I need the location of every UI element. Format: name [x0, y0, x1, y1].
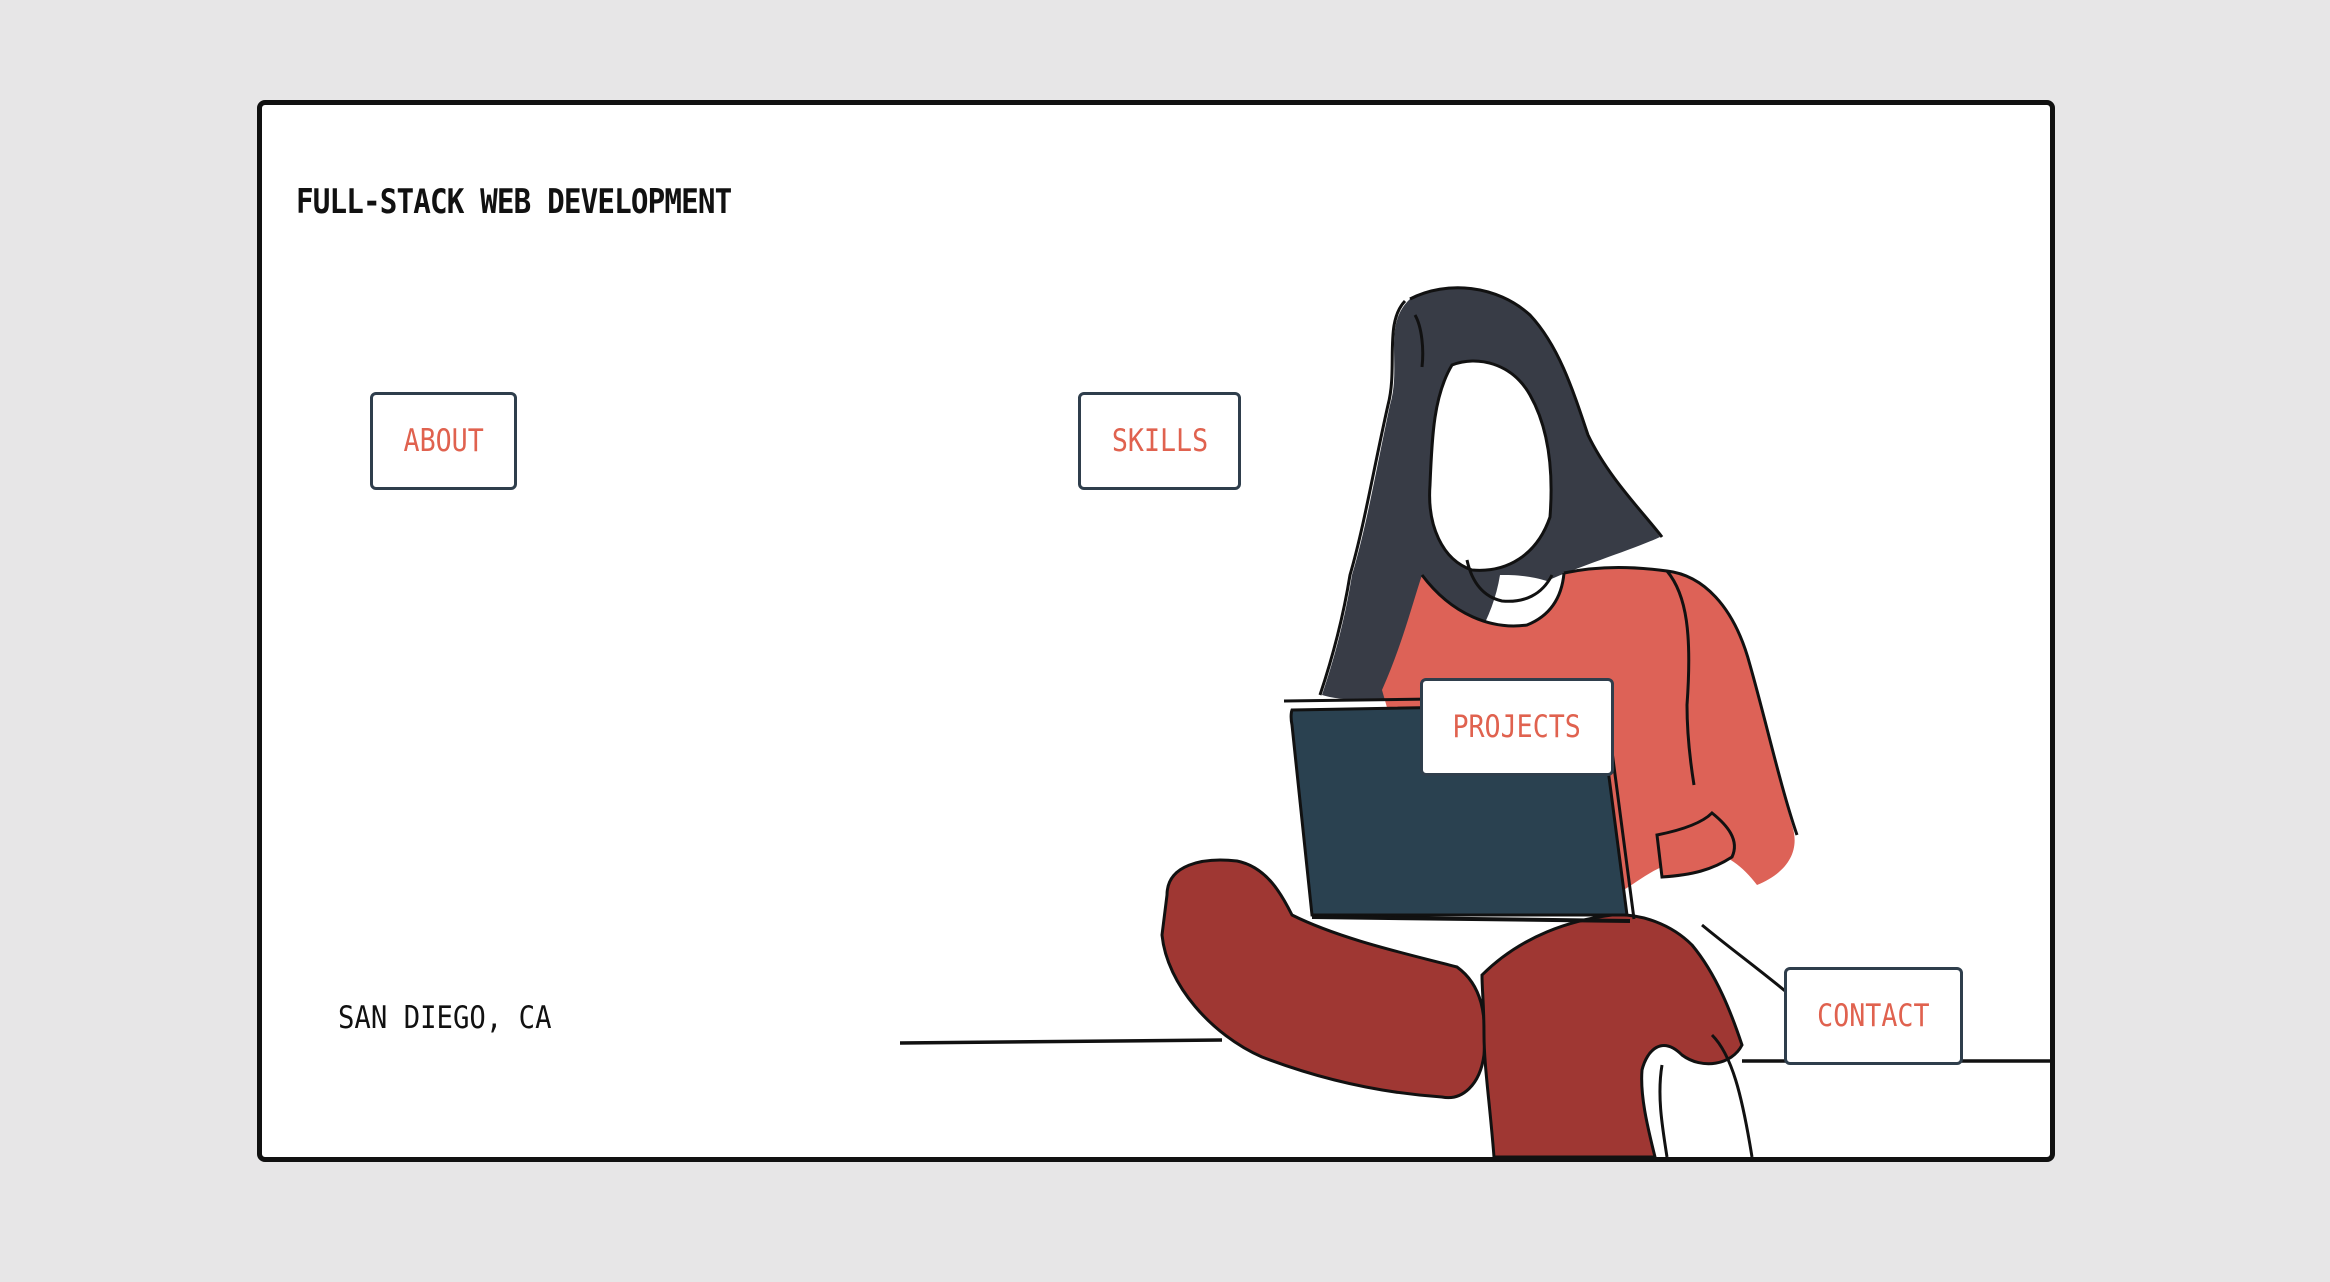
about-button[interactable]: ABOUT [370, 392, 517, 490]
hero-card: FULL-STACK WEB DEVELOPMENT ABOUT SKILLS … [257, 100, 2055, 1162]
projects-button[interactable]: PROJECTS [1420, 678, 1614, 776]
projects-button-label: PROJECTS [1452, 709, 1582, 745]
location-text: SAN DIEGO, CA [338, 1000, 552, 1036]
contact-button-label: CONTACT [1817, 998, 1930, 1034]
skills-button-label: SKILLS [1111, 423, 1208, 459]
skills-button[interactable]: SKILLS [1078, 392, 1241, 490]
about-button-label: ABOUT [403, 423, 484, 459]
contact-button[interactable]: CONTACT [1784, 967, 1963, 1065]
page-title: FULL-STACK WEB DEVELOPMENT [296, 182, 732, 222]
